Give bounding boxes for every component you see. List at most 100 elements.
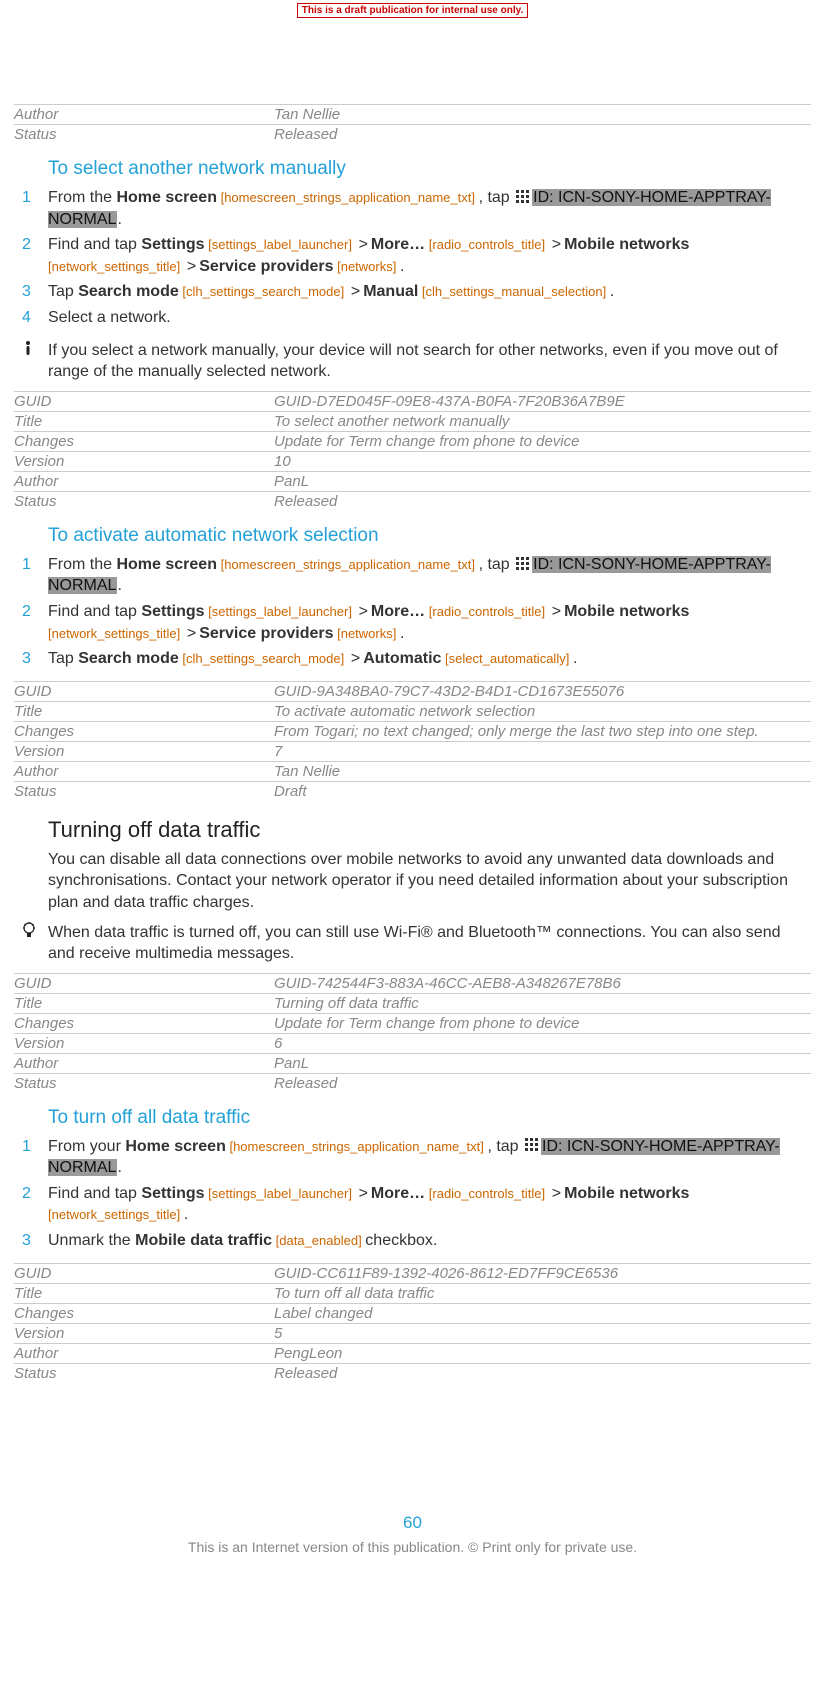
ui-label: Settings: [141, 236, 204, 253]
meta-val: Turning off data traffic: [274, 993, 811, 1013]
breadcrumb-separator: >: [552, 603, 561, 620]
meta-key: Title: [14, 993, 274, 1013]
text: , tap: [479, 189, 515, 206]
ui-label: More…: [371, 1185, 425, 1202]
meta-val: Update for Term change from phone to dev…: [274, 431, 811, 451]
meta-key: Author: [14, 761, 274, 781]
meta-key: Author: [14, 1053, 274, 1073]
ui-label: More…: [371, 236, 425, 253]
ui-label: Mobile data traffic: [135, 1232, 272, 1249]
ui-label: Home screen: [116, 556, 217, 573]
step: 1 From the Home screen [homescreen_strin…: [14, 186, 811, 233]
ui-label: Mobile networks: [564, 236, 689, 253]
string-ref: [homescreen_strings_application_name_txt…: [217, 557, 479, 572]
meta-val: GUID-9A348BA0-79C7-43D2-B4D1-CD1673E5507…: [274, 681, 811, 701]
meta-key: Author: [14, 105, 274, 125]
meta-key: Title: [14, 411, 274, 431]
step-number: 3: [22, 281, 40, 303]
meta-val: PengLeon: [274, 1343, 811, 1363]
section-title: To activate automatic network selection: [48, 525, 811, 547]
meta-table: GUIDGUID-CC611F89-1392-4026-8612-ED7FF9C…: [14, 1263, 811, 1383]
string-ref: [radio_controls_title]: [425, 1186, 549, 1201]
meta-val: GUID-D7ED045F-09E8-437A-B0FA-7F20B36A7B9…: [274, 391, 811, 411]
step-number: 1: [22, 1136, 40, 1158]
text: , tap: [487, 1138, 523, 1155]
meta-val: 7: [274, 741, 811, 761]
text: Find and tap: [48, 603, 141, 620]
meta-key: Title: [14, 1283, 274, 1303]
step: 2 Find and tap Settings [settings_label_…: [14, 233, 811, 280]
breadcrumb-separator: >: [359, 1185, 368, 1202]
string-ref: [radio_controls_title]: [425, 604, 549, 619]
breadcrumb-separator: >: [359, 603, 368, 620]
step-number: 3: [22, 648, 40, 670]
text: Unmark the: [48, 1232, 135, 1249]
text: .: [184, 1206, 188, 1223]
meta-table: GUIDGUID-9A348BA0-79C7-43D2-B4D1-CD1673E…: [14, 681, 811, 801]
text: From your: [48, 1138, 125, 1155]
step-number: 3: [22, 1230, 40, 1252]
text: From the: [48, 556, 116, 573]
step: 3 Tap Search mode [clh_settings_search_m…: [14, 647, 811, 673]
apps-grid-icon: [516, 557, 530, 571]
meta-table: GUIDGUID-742544F3-883A-46CC-AEB8-A348267…: [14, 973, 811, 1093]
string-ref: [settings_label_launcher]: [205, 237, 356, 252]
meta-key: GUID: [14, 681, 274, 701]
meta-val: Tan Nellie: [274, 105, 811, 125]
breadcrumb-separator: >: [552, 236, 561, 253]
ui-label: Settings: [141, 1185, 204, 1202]
step-body: From the Home screen [homescreen_strings…: [48, 187, 811, 230]
string-ref: [clh_settings_search_mode]: [179, 651, 348, 666]
meta-val: Released: [274, 1073, 811, 1093]
text: Find and tap: [48, 236, 141, 253]
meta-key: Version: [14, 1033, 274, 1053]
ui-label: Home screen: [116, 189, 217, 206]
step: 4 Select a network.: [14, 306, 811, 332]
string-ref: [data_enabled]: [272, 1233, 365, 1248]
meta-table-top: AuthorTan Nellie StatusReleased: [14, 104, 811, 144]
text: .: [610, 283, 614, 300]
meta-val: Released: [274, 125, 811, 145]
page-number: 60: [14, 1513, 811, 1533]
breadcrumb-separator: >: [187, 258, 196, 275]
text: Find and tap: [48, 1185, 141, 1202]
steps-list: 1 From your Home screen [homescreen_stri…: [14, 1135, 811, 1255]
meta-val: Tan Nellie: [274, 761, 811, 781]
ui-label: Automatic: [363, 650, 441, 667]
text: .: [573, 650, 577, 667]
meta-key: Changes: [14, 431, 274, 451]
meta-val: Released: [274, 491, 811, 511]
meta-key: GUID: [14, 391, 274, 411]
breadcrumb-separator: >: [552, 1185, 561, 1202]
apps-grid-icon: [525, 1138, 539, 1152]
meta-key: Status: [14, 1073, 274, 1093]
meta-key: Author: [14, 1343, 274, 1363]
step-body: From your Home screen [homescreen_string…: [48, 1136, 811, 1179]
text: Tap: [48, 650, 78, 667]
meta-key: Version: [14, 451, 274, 471]
step: 3 Unmark the Mobile data traffic [data_e…: [14, 1229, 811, 1255]
meta-key: Changes: [14, 1303, 274, 1323]
string-ref: [clh_settings_manual_selection]: [418, 284, 610, 299]
step-body: Tap Search mode [clh_settings_search_mod…: [48, 648, 811, 670]
meta-table: GUIDGUID-D7ED045F-09E8-437A-B0FA-7F20B36…: [14, 391, 811, 511]
ui-label: Manual: [363, 283, 418, 300]
meta-key: Version: [14, 741, 274, 761]
step-body: Select a network.: [48, 307, 811, 329]
meta-val: GUID-742544F3-883A-46CC-AEB8-A348267E78B…: [274, 973, 811, 993]
meta-val: Draft: [274, 781, 811, 801]
meta-val: PanL: [274, 1053, 811, 1073]
text: checkbox.: [365, 1232, 437, 1249]
string-ref: [radio_controls_title]: [425, 237, 549, 252]
text: .: [117, 211, 121, 228]
breadcrumb-separator: >: [351, 283, 360, 300]
string-ref: [settings_label_launcher]: [205, 604, 356, 619]
meta-val: 5: [274, 1323, 811, 1343]
step: 2 Find and tap Settings [settings_label_…: [14, 600, 811, 647]
string-ref: [networks]: [334, 259, 400, 274]
step-number: 2: [22, 1183, 40, 1205]
meta-key: Changes: [14, 1013, 274, 1033]
step-number: 1: [22, 554, 40, 576]
step-body: Find and tap Settings [settings_label_la…: [48, 1183, 811, 1226]
body-paragraph: You can disable all data connections ove…: [48, 849, 811, 914]
